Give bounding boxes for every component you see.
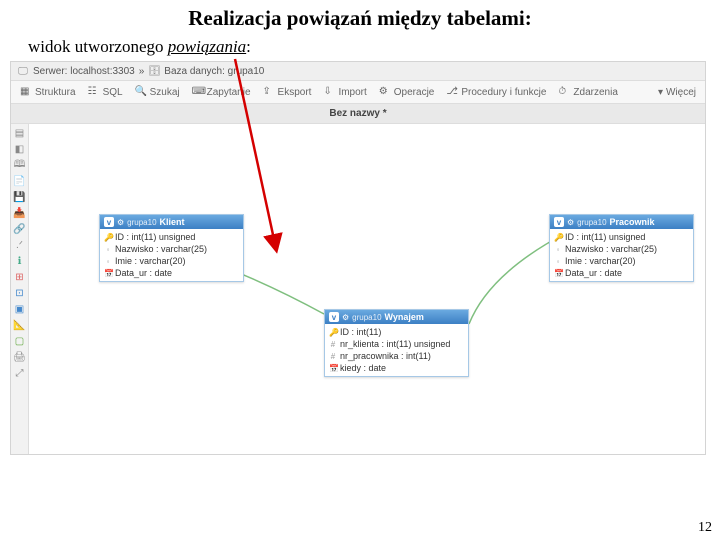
palette-help-icon[interactable]: ℹ	[13, 254, 27, 268]
tab-sql[interactable]: ☷SQL	[83, 84, 128, 100]
table-row[interactable]: 🔑ID : int(11) unsigned	[100, 231, 243, 243]
palette-more-icon1[interactable]: .ᐟ	[13, 238, 27, 252]
palette-reload-icon[interactable]: 🕮	[13, 158, 27, 172]
designer-canvas[interactable]: v ⚙ grupa10 Klient 🔑ID : int(11) unsigne…	[29, 124, 705, 454]
date-icon: 📅	[104, 269, 112, 278]
import-icon: ⇩	[323, 86, 335, 98]
table-klient-schema: grupa10	[127, 218, 156, 227]
col-icon: ◦	[104, 245, 112, 254]
routines-icon: ⎇	[446, 86, 458, 98]
num-icon: #	[329, 340, 337, 349]
palette-export-icon[interactable]: 🖨	[13, 350, 27, 364]
gear-icon[interactable]: ⚙	[117, 218, 124, 227]
search-icon: 🔍	[135, 86, 147, 98]
palette-toggle-icon[interactable]: ▢	[13, 334, 27, 348]
col-icon: ◦	[554, 257, 562, 266]
key-icon: 🔑	[554, 233, 562, 242]
palette-tables-icon[interactable]: ▤	[13, 126, 27, 140]
events-icon: ⏱	[558, 86, 570, 98]
table-wynajem[interactable]: v ⚙ grupa10 Wynajem 🔑ID : int(11) #nr_kl…	[324, 309, 469, 377]
top-toolbar: ▦Struktura ☷SQL 🔍Szukaj ⌨Zapytanie ⇪Eksp…	[11, 81, 705, 104]
relation-lines	[29, 124, 705, 454]
tab-szukaj[interactable]: 🔍Szukaj	[130, 84, 185, 100]
server-icon: 🖵	[17, 65, 29, 77]
palette-save-icon[interactable]: 💾	[13, 190, 27, 204]
tab-struktura[interactable]: ▦Struktura	[15, 84, 81, 100]
designer-title: Bez nazwy *	[11, 104, 705, 124]
table-wynajem-name: Wynajem	[385, 312, 424, 322]
table-wynajem-cols: 🔑ID : int(11) #nr_klienta : int(11) unsi…	[325, 324, 468, 376]
table-row[interactable]: 🔑ID : int(11)	[325, 326, 468, 338]
table-row[interactable]: 📅kiedy : date	[325, 362, 468, 374]
sql-icon: ☷	[88, 86, 100, 98]
palette-relation-icon[interactable]: 🔗	[13, 222, 27, 236]
key-icon: 🔑	[104, 233, 112, 242]
gear-icon[interactable]: ⚙	[567, 218, 574, 227]
slide-title: Realizacja powiązań między tabelami:	[0, 0, 720, 35]
tab-operacje[interactable]: ⚙Operacje	[374, 84, 440, 100]
tab-procedury[interactable]: ⎇Procedury i funkcje	[441, 84, 551, 100]
table-row[interactable]: 📅Data_ur : date	[100, 267, 243, 279]
palette-newtable-icon[interactable]: 📄	[13, 174, 27, 188]
table-klient-header[interactable]: v ⚙ grupa10 Klient	[100, 215, 243, 229]
table-klient-name: Klient	[160, 217, 185, 227]
col-icon: ◦	[104, 257, 112, 266]
table-pracownik-name: Pracownik	[610, 217, 655, 227]
table-klient-cols: 🔑ID : int(11) unsigned ◦Nazwisko : varch…	[100, 229, 243, 281]
palette-snap-icon[interactable]: ⊡	[13, 286, 27, 300]
subtitle-prefix: widok utworzonego	[28, 37, 168, 56]
palette-grid-icon[interactable]: ⊞	[13, 270, 27, 284]
palette-relview-icon[interactable]: ◧	[13, 142, 27, 156]
table-pracownik-schema: grupa10	[577, 218, 606, 227]
slide-subtitle: widok utworzonego powiązania:	[0, 35, 720, 61]
breadcrumb-server[interactable]: Serwer: localhost:3303	[33, 66, 135, 77]
palette-fullscreen-icon[interactable]: ▣	[13, 302, 27, 316]
table-row[interactable]: ◦Nazwisko : varchar(25)	[550, 243, 693, 255]
num-icon: #	[329, 352, 337, 361]
table-pracownik-cols: 🔑ID : int(11) unsigned ◦Nazwisko : varch…	[550, 229, 693, 281]
designer-workspace: ▤ ◧ 🕮 📄 💾 📥 🔗 .ᐟ ℹ ⊞ ⊡ ▣ 📐 ▢ 🖨 ⤢	[11, 124, 705, 454]
palette-exit-icon[interactable]: ⤢	[13, 366, 27, 380]
table-row[interactable]: #nr_klienta : int(11) unsigned	[325, 338, 468, 350]
table-pracownik[interactable]: v ⚙ grupa10 Pracownik 🔑ID : int(11) unsi…	[549, 214, 694, 282]
collapse-icon[interactable]: v	[104, 217, 114, 227]
tab-zdarzenia[interactable]: ⏱Zdarzenia	[553, 84, 622, 100]
table-row[interactable]: ◦Imie : varchar(20)	[550, 255, 693, 267]
breadcrumb: 🖵 Serwer: localhost:3303 » 🗄 Baza danych…	[11, 62, 705, 81]
table-wynajem-schema: grupa10	[352, 313, 381, 322]
page-number: 12	[698, 520, 712, 536]
table-row[interactable]: 🔑ID : int(11) unsigned	[550, 231, 693, 243]
phpmyadmin-window: 🖵 Serwer: localhost:3303 » 🗄 Baza danych…	[10, 61, 706, 455]
key-icon: 🔑	[329, 328, 337, 337]
col-icon: ◦	[554, 245, 562, 254]
tab-import[interactable]: ⇩Import	[318, 84, 371, 100]
table-row[interactable]: ◦Nazwisko : varchar(25)	[100, 243, 243, 255]
breadcrumb-sep: »	[139, 66, 145, 77]
palette-savepos-icon[interactable]: 📥	[13, 206, 27, 220]
table-pracownik-header[interactable]: v ⚙ grupa10 Pracownik	[550, 215, 693, 229]
more-icon: ▾	[658, 87, 663, 98]
palette-angular-icon[interactable]: 📐	[13, 318, 27, 332]
tab-wiecej[interactable]: ▾ Więcej	[653, 85, 701, 100]
table-row[interactable]: 📅Data_ur : date	[550, 267, 693, 279]
structure-icon: ▦	[20, 86, 32, 98]
table-klient[interactable]: v ⚙ grupa10 Klient 🔑ID : int(11) unsigne…	[99, 214, 244, 282]
date-icon: 📅	[554, 269, 562, 278]
designer-palette: ▤ ◧ 🕮 📄 💾 📥 🔗 .ᐟ ℹ ⊞ ⊡ ▣ 📐 ▢ 🖨 ⤢	[11, 124, 29, 454]
database-icon: 🗄	[148, 65, 160, 77]
query-icon: ⌨	[192, 86, 204, 98]
table-row[interactable]: #nr_pracownika : int(11)	[325, 350, 468, 362]
operations-icon: ⚙	[379, 86, 391, 98]
table-row[interactable]: ◦Imie : varchar(20)	[100, 255, 243, 267]
date-icon: 📅	[329, 364, 337, 373]
collapse-icon[interactable]: v	[554, 217, 564, 227]
gear-icon[interactable]: ⚙	[342, 313, 349, 322]
table-wynajem-header[interactable]: v ⚙ grupa10 Wynajem	[325, 310, 468, 324]
annotation-arrow	[230, 54, 300, 254]
collapse-icon[interactable]: v	[329, 312, 339, 322]
